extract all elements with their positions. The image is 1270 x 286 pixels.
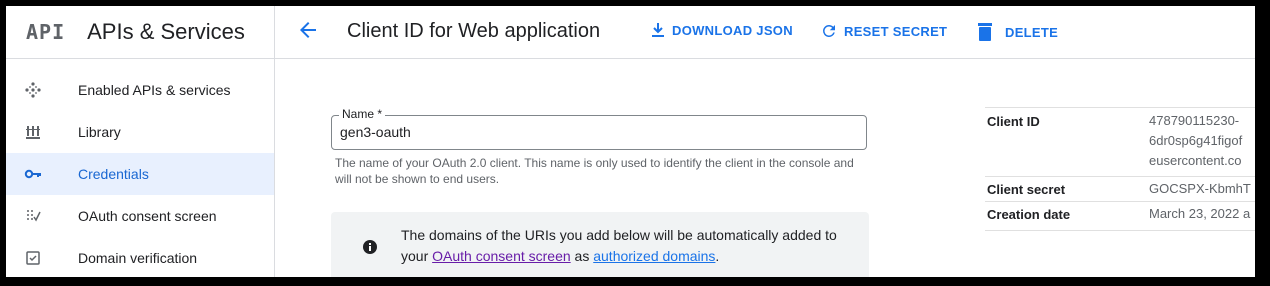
- top-header: API APIs & Services Client ID for Web ap…: [6, 6, 1255, 59]
- notice-text: The domains of the URIs you add below wi…: [401, 225, 851, 267]
- client-secret-value: GOCSPX-KbmhT: [1149, 181, 1251, 196]
- client-secret-label: Client secret: [987, 182, 1066, 197]
- sidebar-item-label: Library: [78, 124, 121, 140]
- delete-label: DELETE: [1005, 24, 1059, 40]
- sidebar-item-domain-verification[interactable]: Domain verification: [6, 237, 274, 277]
- library-icon: [26, 126, 40, 139]
- client-id-label: Client ID: [987, 114, 1040, 129]
- sidebar-item-enabled-apis[interactable]: Enabled APIs & services: [6, 69, 274, 111]
- client-id-line: 6dr0sp6g41figof: [1149, 133, 1243, 148]
- checkbox-icon: [26, 251, 40, 265]
- name-input[interactable]: [340, 124, 840, 140]
- app-title: APIs & Services: [87, 19, 245, 44]
- sidebar-item-label: OAuth consent screen: [78, 208, 217, 224]
- enabled-apis-icon: [25, 82, 41, 98]
- client-id-line: 478790115230-: [1149, 113, 1240, 128]
- sidebar-item-library[interactable]: Library: [6, 111, 274, 153]
- delete-button[interactable]: DELETE: [977, 22, 1058, 42]
- reset-secret-button[interactable]: RESET SECRET: [820, 22, 947, 40]
- sidebar-item-oauth-consent[interactable]: OAuth consent screen: [6, 195, 274, 237]
- client-id-value: 478790115230- 6dr0sp6g41figof euserconte…: [1149, 111, 1242, 171]
- info-icon: [363, 240, 377, 254]
- creation-date-row: Creation date March 23, 2022 a: [985, 201, 1255, 231]
- creation-date-label: Creation date: [987, 207, 1071, 222]
- app-window: API APIs & Services Client ID for Web ap…: [6, 6, 1255, 277]
- reset-secret-label: RESET SECRET: [844, 23, 948, 39]
- sidebar-item-label: Credentials: [78, 166, 149, 182]
- client-secret-row: Client secret GOCSPX-KbmhT: [985, 176, 1255, 201]
- notice-text-end: .: [715, 248, 720, 264]
- download-json-button[interactable]: DOWNLOAD JSON: [650, 22, 793, 38]
- name-helper-text: The name of your OAuth 2.0 client. This …: [335, 156, 854, 186]
- sidebar-item-credentials[interactable]: Credentials: [6, 153, 274, 195]
- authorized-domains-link[interactable]: authorized domains: [593, 248, 715, 264]
- creation-date-value: March 23, 2022 a: [1149, 206, 1251, 221]
- client-id-line: eusercontent.co: [1149, 153, 1242, 168]
- refresh-icon: [823, 25, 835, 37]
- trash-icon: [978, 23, 992, 41]
- notice-text-middle: as: [570, 248, 594, 264]
- page-title: Client ID for Web application: [347, 20, 601, 42]
- name-field-label: Name *: [339, 107, 386, 121]
- key-icon: [24, 169, 41, 179]
- domains-notice: The domains of the URIs you add below wi…: [331, 212, 869, 277]
- sidebar-item-label: Enabled APIs & services: [78, 82, 231, 98]
- download-icon: [652, 23, 664, 37]
- client-id-row: Client ID 478790115230- 6dr0sp6g41figof …: [985, 107, 1255, 176]
- brand: API APIs & Services: [6, 6, 275, 58]
- sidebar-item-label: Domain verification: [78, 250, 198, 266]
- sidebar: Enabled APIs & services Library Credenti…: [6, 59, 275, 277]
- back-arrow-icon[interactable]: [296, 18, 320, 42]
- oauth-consent-screen-link[interactable]: OAuth consent screen: [432, 248, 571, 264]
- name-field[interactable]: [331, 115, 867, 150]
- consent-icon: [27, 210, 41, 222]
- download-json-label: DOWNLOAD JSON: [672, 22, 793, 38]
- api-logo: API: [26, 20, 66, 44]
